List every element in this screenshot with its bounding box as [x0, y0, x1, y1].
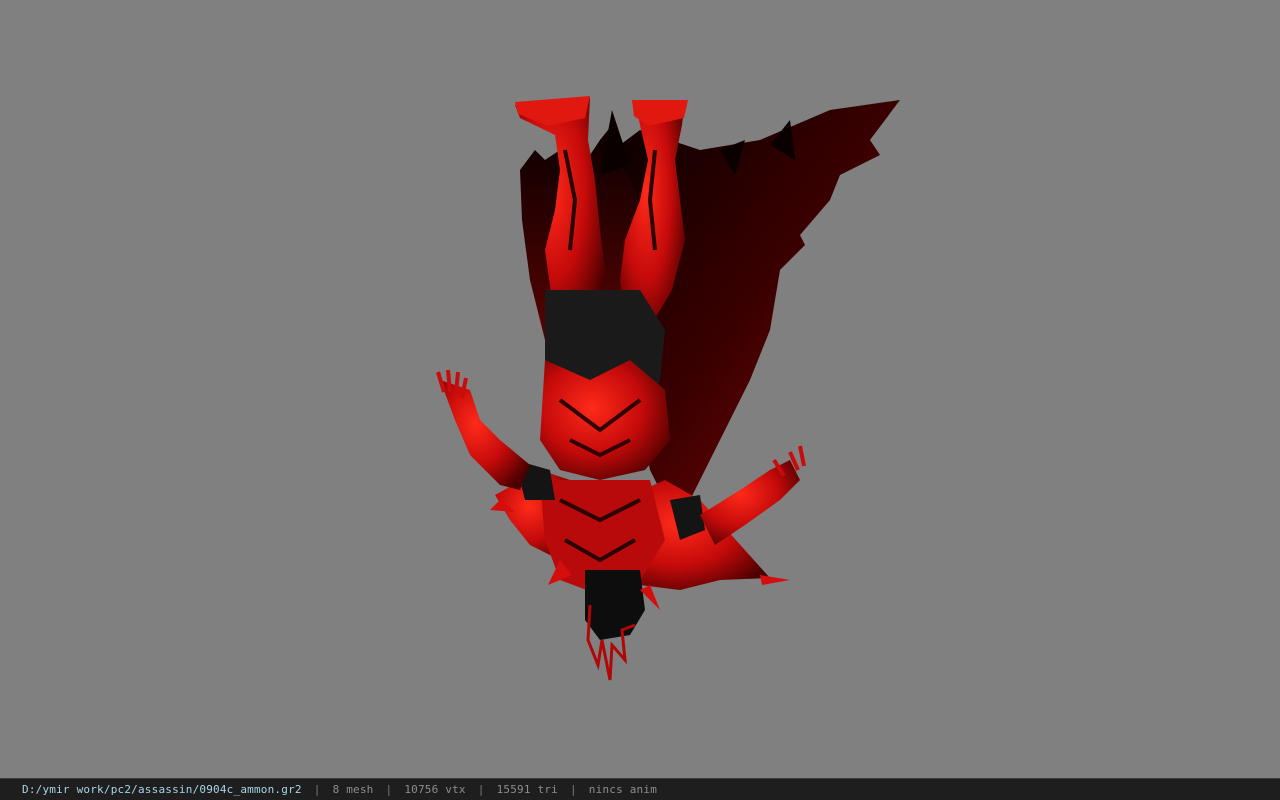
3d-viewport[interactable] — [0, 0, 1280, 778]
separator: | — [385, 783, 393, 796]
mesh-count: 8 mesh — [332, 783, 374, 796]
chest-armor — [540, 360, 670, 480]
triangle-count: 15591 tri — [496, 783, 558, 796]
right-arm — [700, 460, 800, 545]
file-path: D:/ymir work/pc2/assassin/0904c_ammon.gr… — [22, 783, 302, 796]
head — [585, 570, 645, 640]
status-bar: D:/ymir work/pc2/assassin/0904c_ammon.gr… — [0, 778, 1280, 800]
separator: | — [569, 783, 577, 796]
anim-status: nincs anim — [588, 783, 658, 796]
separator: | — [313, 783, 321, 796]
character-model — [436, 96, 900, 681]
vertex-count: 10756 vtx — [404, 783, 466, 796]
separator: | — [477, 783, 485, 796]
left-arm — [440, 380, 530, 490]
